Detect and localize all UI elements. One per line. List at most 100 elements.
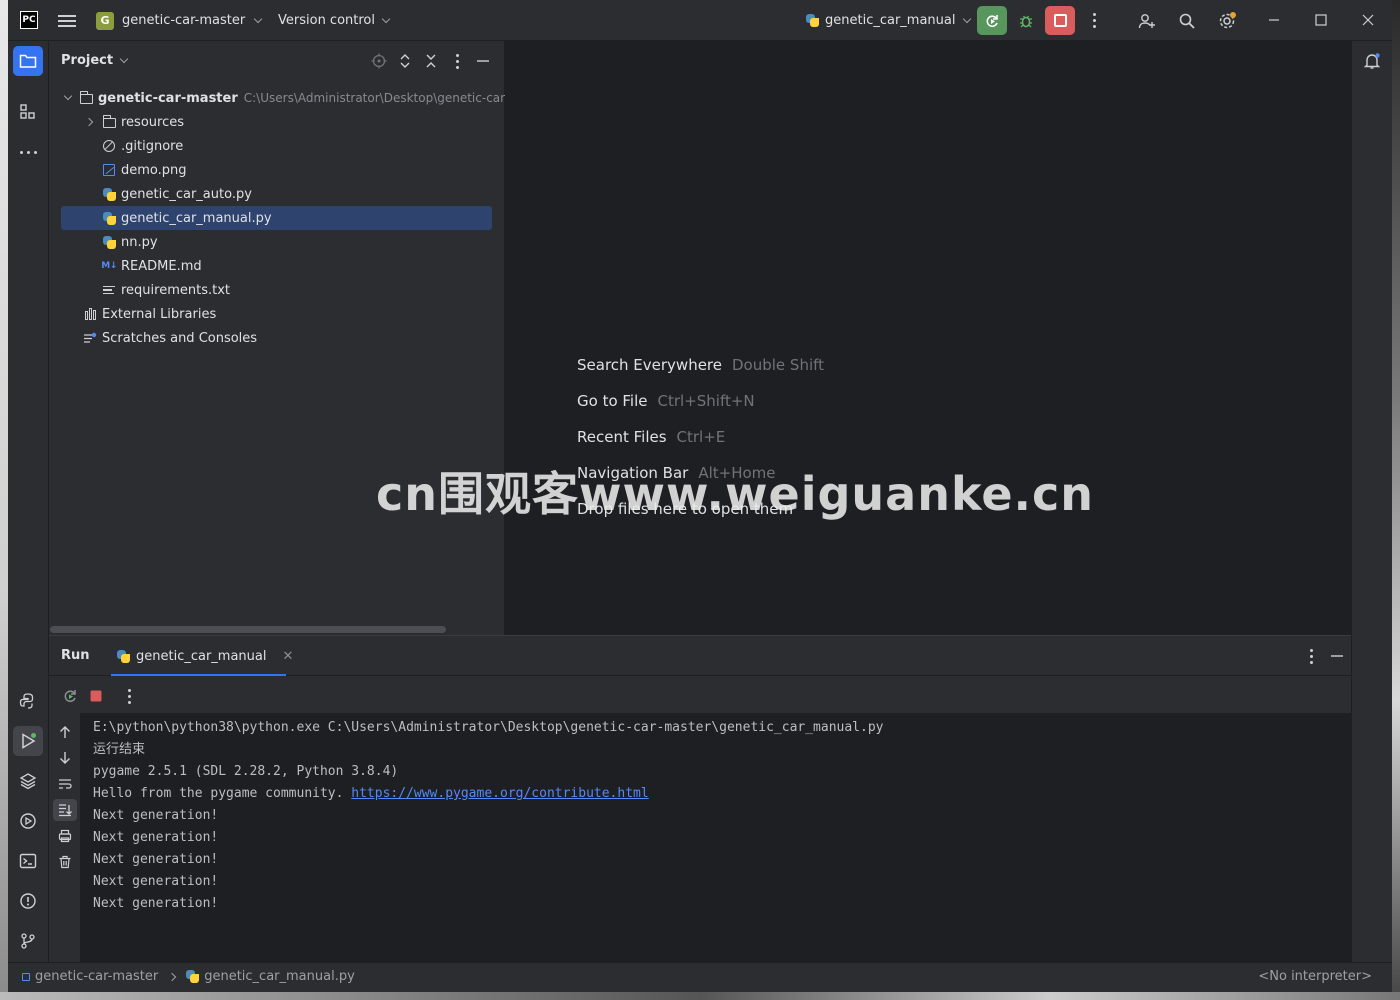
python-icon	[117, 649, 130, 663]
run-more-actions-button[interactable]	[118, 685, 140, 707]
tree-item-demo-png[interactable]: demo.png	[49, 158, 505, 182]
tree-item-label: genetic_car_manual.py	[121, 210, 272, 226]
print-button[interactable]	[53, 825, 77, 847]
run-options-button[interactable]	[1301, 646, 1321, 666]
ignore-file-icon	[102, 139, 116, 153]
close-tab-icon[interactable]: ✕	[283, 649, 294, 664]
tree-item-scratches[interactable]: Scratches and Consoles	[49, 326, 505, 350]
soft-wrap-icon	[59, 779, 72, 789]
notifications-button[interactable]	[1357, 46, 1387, 76]
python-packages-tool-button[interactable]	[13, 766, 43, 796]
chevron-down-icon[interactable]	[63, 91, 73, 103]
run-tab-genetic-car-manual[interactable]: genetic_car_manual ✕	[113, 636, 297, 676]
maximize-button[interactable]	[1308, 8, 1334, 32]
main-menu-icon[interactable]	[58, 12, 76, 28]
clear-console-button[interactable]	[53, 851, 77, 873]
folder-icon	[19, 54, 37, 68]
more-actions-button[interactable]	[1079, 6, 1109, 35]
minimize-button[interactable]	[1261, 8, 1287, 32]
ide-window: PC G genetic-car-master Version control …	[8, 0, 1392, 992]
more-vertical-icon	[1092, 13, 1096, 28]
run-panel-title: Run	[61, 648, 90, 663]
more-vertical-icon	[455, 53, 459, 69]
search-everywhere-button[interactable]	[1172, 6, 1202, 35]
gear-icon	[1219, 11, 1236, 28]
git-tool-button[interactable]	[13, 926, 43, 956]
tree-item-gitignore[interactable]: .gitignore	[49, 134, 505, 158]
console-actions-strip	[49, 713, 81, 963]
debug-button[interactable]	[1011, 6, 1041, 35]
more-tools-button[interactable]	[13, 137, 43, 167]
python-console-icon	[19, 693, 34, 709]
expand-all-button[interactable]	[395, 51, 415, 71]
pygame-contribute-link[interactable]: https://www.pygame.org/contribute.html	[351, 786, 648, 801]
close-icon	[1362, 14, 1374, 26]
rerun-button[interactable]	[59, 685, 81, 707]
close-window-button[interactable]	[1355, 8, 1381, 32]
tree-item-label: resources	[121, 114, 185, 130]
soft-wrap-button[interactable]	[53, 773, 77, 795]
image-file-icon	[102, 163, 116, 177]
hint-recent-files: Recent Files Ctrl+E	[577, 428, 725, 446]
rerun-button[interactable]	[977, 6, 1007, 35]
tree-item-project-root[interactable]: genetic-car-master C:\Users\Administrato…	[49, 86, 505, 110]
bell-icon	[1363, 53, 1381, 69]
bug-icon	[1020, 15, 1032, 27]
project-panel-title: Project	[61, 53, 114, 68]
interpreter-selector[interactable]: <No interpreter>	[1258, 969, 1372, 984]
scroll-up-button[interactable]	[53, 721, 77, 743]
console-output[interactable]: E:\python\python38\python.exe C:\Users\A…	[81, 713, 1351, 963]
breadcrumb: genetic-car-master genetic_car_manual.py	[22, 969, 355, 984]
code-with-me-button[interactable]	[1132, 6, 1162, 35]
scroll-to-end-button[interactable]	[53, 799, 77, 821]
console-line: Next generation!	[93, 874, 219, 889]
run-tool-window: Run genetic_car_manual ✕ E:\python\pytho…	[49, 635, 1351, 963]
run-configuration-selector[interactable]: genetic_car_manual	[806, 10, 971, 31]
select-opened-file-button[interactable]	[369, 51, 389, 71]
tree-item-nn-py[interactable]: nn.py	[49, 230, 505, 254]
project-name: genetic-car-master	[122, 13, 246, 28]
collapse-all-button[interactable]	[421, 51, 441, 71]
library-icon	[83, 307, 97, 321]
settings-button[interactable]	[1212, 6, 1242, 35]
hide-run-panel-button[interactable]	[1327, 646, 1347, 666]
project-tool-button[interactable]	[13, 46, 43, 76]
scratches-icon	[83, 331, 97, 345]
structure-tool-button[interactable]	[13, 97, 43, 127]
horizontal-scrollbar[interactable]	[50, 626, 446, 633]
structure-icon	[20, 104, 35, 119]
version-control-menu[interactable]: Version control	[278, 10, 391, 31]
tree-item-requirements[interactable]: requirements.txt	[49, 278, 505, 302]
run-tool-button[interactable]	[13, 726, 43, 756]
breadcrumb-project[interactable]: genetic-car-master	[35, 969, 158, 984]
editor-empty-area[interactable]: Search Everywhere Double Shift Go to File…	[505, 41, 1351, 635]
problems-tool-button[interactable]	[13, 886, 43, 916]
tree-item-resources[interactable]: resources	[49, 110, 505, 134]
project-switcher[interactable]: G genetic-car-master	[96, 10, 263, 31]
hint-navigation-bar: Navigation Bar Alt+Home	[577, 464, 776, 482]
collapse-all-icon	[426, 54, 436, 68]
tree-item-label: genetic-car-master	[98, 90, 238, 106]
tree-item-genetic-car-manual[interactable]: genetic_car_manual.py	[61, 206, 492, 230]
python-console-tool-button[interactable]	[13, 686, 43, 716]
app-logo[interactable]: PC	[20, 11, 38, 29]
stop-button[interactable]	[85, 685, 107, 707]
tree-item-external-libraries[interactable]: External Libraries	[49, 302, 505, 326]
terminal-tool-button[interactable]	[13, 846, 43, 876]
hide-panel-button[interactable]	[473, 51, 493, 71]
tree-item-readme[interactable]: M↓ README.md	[49, 254, 505, 278]
project-options-button[interactable]	[447, 51, 467, 71]
scroll-down-button[interactable]	[53, 747, 77, 769]
tree-item-label: nn.py	[121, 234, 158, 250]
tree-item-label: README.md	[121, 258, 202, 274]
text-file-icon	[102, 283, 116, 297]
chevron-right-icon[interactable]	[84, 117, 94, 127]
services-tool-button[interactable]	[13, 806, 43, 836]
run-toolbar	[49, 677, 1351, 713]
stop-button[interactable]	[1045, 6, 1075, 35]
arrow-up-icon	[60, 726, 70, 738]
project-view-selector[interactable]: Project	[61, 53, 129, 68]
breadcrumb-file[interactable]: genetic_car_manual.py	[204, 969, 355, 984]
tree-item-label: .gitignore	[121, 138, 184, 154]
tree-item-genetic-car-auto[interactable]: genetic_car_auto.py	[49, 182, 505, 206]
